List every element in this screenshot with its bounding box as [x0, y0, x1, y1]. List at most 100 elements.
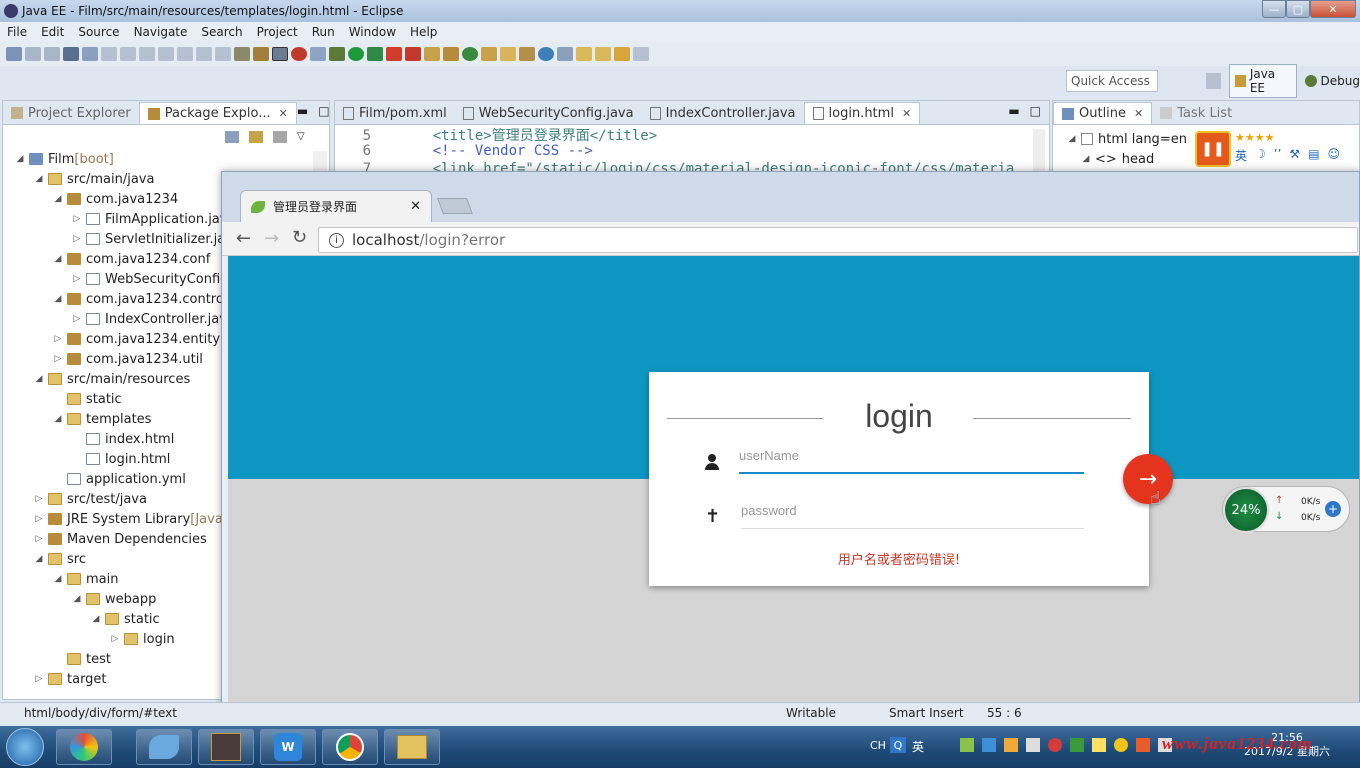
expanded-arrow-icon[interactable]: ◢ — [53, 574, 63, 584]
coverage-icon[interactable] — [367, 46, 383, 61]
minimize-editor-icon[interactable]: ▬ — [1008, 104, 1019, 118]
smile-icon[interactable]: ☺ — [1328, 147, 1341, 164]
new-package-icon[interactable] — [443, 46, 459, 61]
quick-access-input[interactable]: Quick Access — [1066, 70, 1158, 92]
wrench-icon[interactable]: ⚒ — [1289, 147, 1300, 164]
resume-icon[interactable] — [101, 46, 117, 61]
collapsed-arrow-icon[interactable]: ▷ — [34, 534, 44, 544]
perspective-debug[interactable]: Debug — [1304, 74, 1360, 88]
plus-icon[interactable]: + — [1325, 501, 1341, 517]
close-icon[interactable]: ✕ — [279, 107, 288, 120]
new-java-project-icon[interactable] — [424, 46, 440, 61]
maximize-button[interactable]: ▢ — [1286, 0, 1310, 18]
open-folder-icon[interactable] — [500, 46, 516, 61]
menu-run[interactable]: Run — [305, 25, 342, 39]
ime-language[interactable]: 英 — [1235, 147, 1247, 164]
mail-icon[interactable] — [1136, 738, 1150, 752]
stop-icon[interactable] — [386, 46, 402, 61]
collapsed-arrow-icon[interactable]: ▷ — [110, 634, 120, 644]
menu-search[interactable]: Search — [194, 25, 249, 39]
save-all-icon[interactable] — [44, 46, 60, 61]
back-icon[interactable] — [614, 46, 630, 61]
url-input[interactable]: i localhost/login?error — [318, 227, 1358, 253]
forward-icon[interactable] — [633, 46, 649, 61]
toggle-mark-icon[interactable] — [234, 46, 250, 61]
tab-close-icon[interactable]: ✕ — [410, 199, 421, 214]
servers-icon[interactable] — [253, 46, 269, 61]
menu-source[interactable]: Source — [71, 25, 126, 39]
forward-arrow-icon[interactable]: → — [264, 228, 279, 249]
close-icon[interactable]: ✕ — [1134, 107, 1143, 120]
next-annotation-icon[interactable] — [576, 46, 592, 61]
taskbar-wps[interactable]: W — [260, 729, 316, 765]
search-tool-icon[interactable] — [519, 46, 535, 61]
editor-tab[interactable]: WebSecurityConfig.java — [455, 102, 642, 124]
menu-edit[interactable]: Edit — [34, 25, 71, 39]
menu-project[interactable]: Project — [250, 25, 305, 39]
annotation-icon[interactable] — [557, 46, 573, 61]
collapsed-arrow-icon[interactable]: ▷ — [34, 494, 44, 504]
expanded-arrow-icon[interactable]: ◢ — [72, 594, 82, 604]
web-browser-icon[interactable] — [291, 46, 307, 61]
taskbar-eclipse[interactable] — [198, 729, 254, 765]
expanded-arrow-icon[interactable]: ◢ — [91, 614, 101, 624]
globe-icon[interactable] — [538, 46, 554, 61]
taskbar-app-1[interactable] — [56, 729, 112, 765]
login-submit-button[interactable]: → — [1123, 454, 1173, 504]
tab-project-explorer[interactable]: Project Explorer — [3, 102, 139, 124]
new-tab-button[interactable] — [437, 198, 473, 214]
open-type-icon[interactable] — [481, 46, 497, 61]
collapsed-arrow-icon[interactable]: ▷ — [72, 274, 82, 284]
network-speed-widget[interactable]: 24% ↑ ↓ 0K/s 0K/s + — [1222, 486, 1350, 533]
collapsed-arrow-icon[interactable]: ▷ — [72, 214, 82, 224]
collapse-all-icon[interactable] — [225, 131, 239, 143]
password-field[interactable]: password — [741, 503, 1084, 529]
link-editor-icon[interactable] — [249, 131, 263, 143]
plugin-icon[interactable] — [1114, 738, 1128, 752]
reload-icon[interactable]: ↻ — [292, 227, 307, 248]
toggle-block-icon[interactable] — [272, 46, 288, 61]
step-over-icon[interactable] — [196, 46, 212, 61]
expanded-arrow-icon[interactable]: ◢ — [34, 374, 44, 384]
expanded-arrow-icon[interactable]: ◢ — [34, 174, 44, 184]
debug-icon[interactable] — [329, 46, 345, 61]
clipboard-icon[interactable]: ▤ — [1308, 147, 1319, 164]
collapsed-arrow-icon[interactable]: ▷ — [72, 314, 82, 324]
terminate-icon[interactable] — [139, 46, 155, 61]
new-icon[interactable] — [6, 46, 22, 61]
prev-annotation-icon[interactable] — [595, 46, 611, 61]
tab-task-list[interactable]: Task List — [1152, 102, 1240, 124]
collapsed-arrow-icon[interactable]: ▷ — [34, 514, 44, 524]
new-server-icon[interactable] — [310, 46, 326, 61]
open-perspective-icon[interactable] — [1206, 73, 1221, 89]
collapsed-arrow-icon[interactable]: ▷ — [34, 674, 44, 684]
terminal-icon[interactable] — [63, 46, 79, 61]
menu-help[interactable]: Help — [403, 25, 444, 39]
menu-file[interactable]: File — [0, 25, 34, 39]
editor-scrollbar[interactable] — [1033, 129, 1045, 173]
close-icon[interactable]: ✕ — [902, 107, 911, 120]
expanded-arrow-icon[interactable]: ◢ — [53, 414, 63, 424]
disconnect-icon[interactable] — [158, 46, 174, 61]
menu-navigate[interactable]: Navigate — [127, 25, 195, 39]
shield-color-icon[interactable] — [1004, 738, 1018, 752]
browser-tab[interactable]: 管理员登录界面 ✕ — [240, 190, 432, 222]
tab-outline[interactable]: Outline ✕ — [1053, 102, 1153, 124]
tray-language[interactable]: CH — [870, 739, 886, 752]
taskbar-explorer[interactable] — [384, 729, 440, 765]
perspective-java-ee[interactable]: Java EE — [1228, 64, 1297, 98]
back-arrow-icon[interactable]: ← — [236, 228, 251, 249]
start-button[interactable] — [6, 728, 44, 766]
view-menu-icon[interactable]: ▽ — [297, 131, 305, 143]
skip-breakpoints-icon[interactable] — [82, 46, 98, 61]
antivirus-icon[interactable] — [1048, 738, 1062, 752]
collapsed-arrow-icon[interactable]: ▷ — [53, 354, 63, 364]
punctuation-icon[interactable]: ’’ — [1274, 147, 1282, 164]
ime-q-icon[interactable]: Q — [890, 737, 906, 753]
minimize-button[interactable]: — — [1262, 0, 1286, 18]
new-class-icon[interactable] — [462, 46, 478, 61]
collapsed-arrow-icon[interactable]: ▷ — [53, 334, 63, 344]
cube-icon[interactable] — [982, 738, 996, 752]
network-icon[interactable] — [1026, 738, 1040, 752]
step-into-icon[interactable] — [177, 46, 193, 61]
